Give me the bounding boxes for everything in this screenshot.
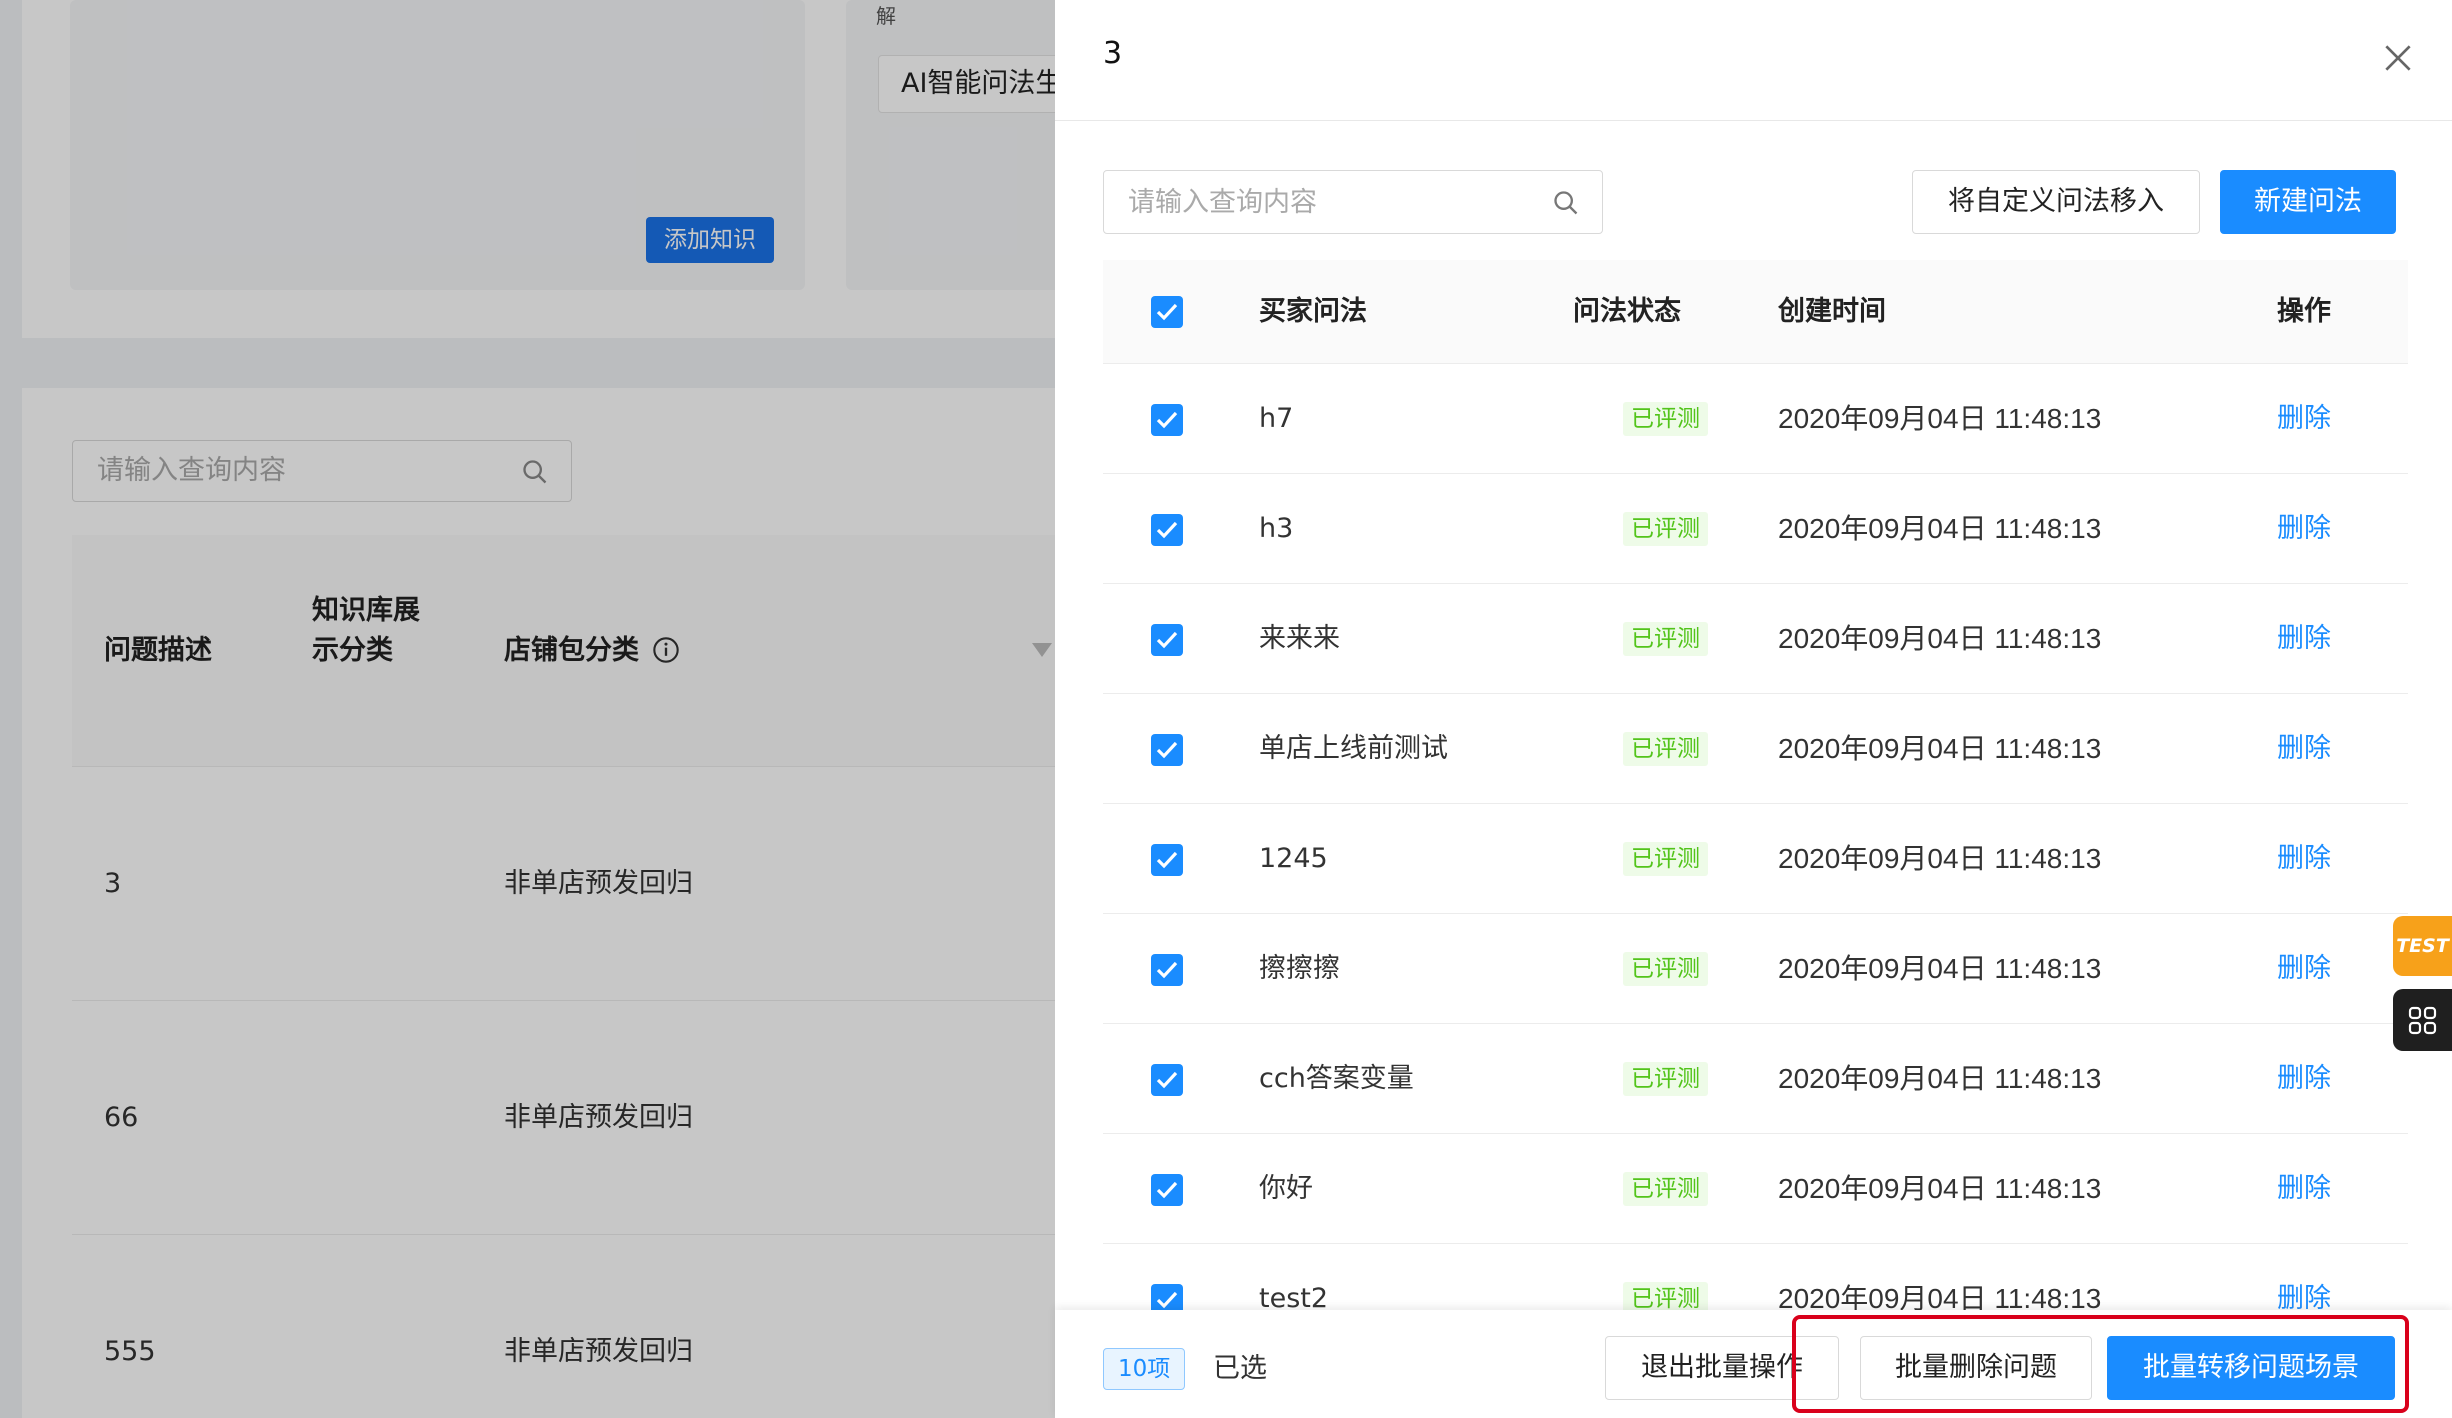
row-created-time: 2020年09月04日 11:48:13 — [1778, 953, 2102, 984]
delete-link[interactable]: 删除 — [2277, 1134, 2331, 1244]
row-created-time: 2020年09月04日 11:48:13 — [1778, 1173, 2102, 1204]
delete-link[interactable]: 删除 — [2277, 584, 2331, 694]
batch-transfer-button[interactable]: 批量转移问题场景 — [2107, 1336, 2395, 1400]
status-badge: 已评测 — [1623, 952, 1708, 986]
question-drawer: 3 将自定义问法移入 新建问法 买家问法 问法状态 创建时间 操作 h7 已评测 2… — [1055, 0, 2452, 1418]
table-header: 买家问法 问法状态 创建时间 操作 — [1103, 260, 2408, 364]
delete-link[interactable]: 删除 — [2277, 1244, 2331, 1320]
row-question: 来来来 — [1259, 623, 1340, 654]
delete-link[interactable]: 删除 — [2277, 364, 2331, 474]
delete-link[interactable]: 删除 — [2277, 474, 2331, 584]
row-question: h3 — [1259, 513, 1294, 544]
status-badge: 已评测 — [1623, 732, 1708, 766]
status-badge: 已评测 — [1623, 1062, 1708, 1096]
grid-icon — [2408, 1006, 2437, 1035]
close-icon[interactable] — [2378, 38, 2418, 78]
selected-label: 已选 — [1213, 1353, 1267, 1384]
row-checkbox[interactable] — [1151, 404, 1183, 436]
exit-batch-button[interactable]: 退出批量操作 — [1605, 1336, 1839, 1400]
row-created-time: 2020年09月04日 11:48:13 — [1778, 843, 2102, 874]
row-checkbox[interactable] — [1151, 1064, 1183, 1096]
drawer-title: 3 — [1103, 36, 1123, 71]
search-icon[interactable] — [1552, 189, 1580, 217]
row-checkbox[interactable] — [1151, 844, 1183, 876]
row-created-time: 2020年09月04日 11:48:13 — [1778, 403, 2102, 434]
row-question: 1245 — [1259, 843, 1328, 874]
table-row[interactable]: 擦擦擦 已评测 2020年09月04日 11:48:13 删除 — [1103, 914, 2408, 1024]
row-created-time: 2020年09月04日 11:48:13 — [1778, 1283, 2102, 1314]
move-custom-question-button[interactable]: 将自定义问法移入 — [1912, 170, 2200, 234]
row-question: cch答案变量 — [1259, 1063, 1414, 1094]
row-question: test2 — [1259, 1283, 1329, 1314]
row-created-time: 2020年09月04日 11:48:13 — [1778, 513, 2102, 544]
grid-widget[interactable] — [2393, 989, 2452, 1051]
row-created-time: 2020年09月04日 11:48:13 — [1778, 1063, 2102, 1094]
delete-link[interactable]: 删除 — [2277, 1024, 2331, 1134]
batch-footer: 10项 已选 退出批量操作 批量删除问题 批量转移问题场景 — [1055, 1310, 2452, 1418]
select-all-checkbox[interactable] — [1151, 296, 1183, 328]
status-badge: 已评测 — [1623, 1172, 1708, 1206]
drawer-mask[interactable] — [0, 0, 1055, 1418]
table-row[interactable]: 1245 已评测 2020年09月04日 11:48:13 删除 — [1103, 804, 2408, 914]
table-row[interactable]: h3 已评测 2020年09月04日 11:48:13 删除 — [1103, 474, 2408, 584]
row-checkbox[interactable] — [1151, 1174, 1183, 1206]
row-created-time: 2020年09月04日 11:48:13 — [1778, 623, 2102, 654]
row-checkbox[interactable] — [1151, 954, 1183, 986]
table-row[interactable]: cch答案变量 已评测 2020年09月04日 11:48:13 删除 — [1103, 1024, 2408, 1134]
selected-count-badge: 10项 — [1103, 1348, 1186, 1390]
status-badge: 已评测 — [1623, 842, 1708, 876]
col-action: 操作 — [2277, 296, 2331, 327]
row-question: 你好 — [1259, 1173, 1313, 1204]
table-row[interactable]: h7 已评测 2020年09月04日 11:48:13 删除 — [1103, 364, 2408, 474]
table-row[interactable]: 来来来 已评测 2020年09月04日 11:48:13 删除 — [1103, 584, 2408, 694]
col-question: 买家问法 — [1259, 296, 1367, 327]
table-row[interactable]: 你好 已评测 2020年09月04日 11:48:13 删除 — [1103, 1134, 2408, 1244]
new-question-button[interactable]: 新建问法 — [2220, 170, 2396, 234]
drawer-search-input[interactable] — [1104, 171, 1544, 233]
table-row[interactable]: 单店上线前测试 已评测 2020年09月04日 11:48:13 删除 — [1103, 694, 2408, 804]
status-badge: 已评测 — [1623, 402, 1708, 436]
col-status: 问法状态 — [1573, 296, 1681, 327]
question-table: 买家问法 问法状态 创建时间 操作 h7 已评测 2020年09月04日 11:48… — [1103, 260, 2408, 1320]
batch-delete-button[interactable]: 批量删除问题 — [1860, 1336, 2092, 1400]
row-question: 擦擦擦 — [1259, 953, 1340, 984]
delete-link[interactable]: 删除 — [2277, 804, 2331, 914]
drawer-divider — [1055, 120, 2452, 121]
row-created-time: 2020年09月04日 11:48:13 — [1778, 733, 2102, 764]
table-row[interactable]: test2 已评测 2020年09月04日 11:48:13 删除 — [1103, 1244, 2408, 1320]
row-question: h7 — [1259, 403, 1294, 434]
row-checkbox[interactable] — [1151, 734, 1183, 766]
row-checkbox[interactable] — [1151, 624, 1183, 656]
row-question: 单店上线前测试 — [1259, 733, 1448, 764]
col-created: 创建时间 — [1778, 296, 1886, 327]
row-checkbox[interactable] — [1151, 514, 1183, 546]
drawer-search — [1103, 170, 1603, 234]
delete-link[interactable]: 删除 — [2277, 914, 2331, 1024]
delete-link[interactable]: 删除 — [2277, 694, 2331, 804]
status-badge: 已评测 — [1623, 512, 1708, 546]
status-badge: 已评测 — [1623, 622, 1708, 656]
test-widget[interactable]: TEST — [2393, 916, 2452, 976]
